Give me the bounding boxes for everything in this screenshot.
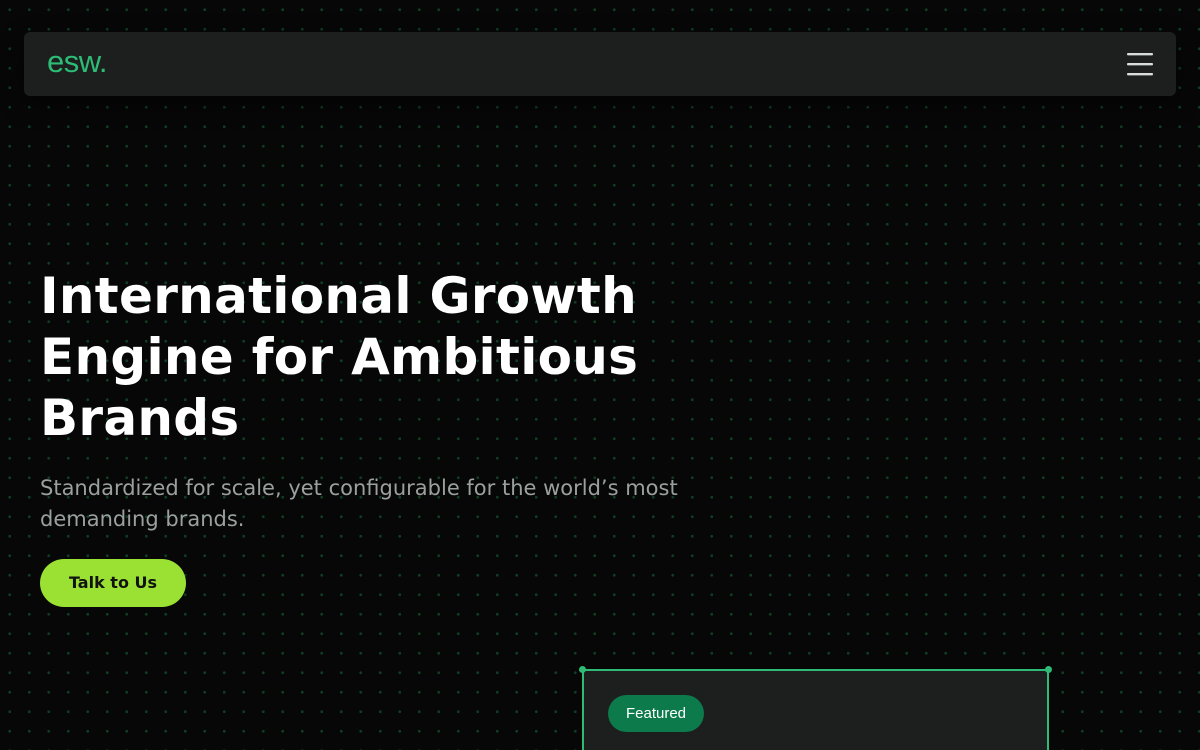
hero-title: International Growth Engine for Ambitiou… (40, 267, 639, 447)
landing-page: esw. International Growth Engine for Amb… (0, 0, 1200, 750)
card-corner-dot (1045, 666, 1052, 673)
menu-button[interactable] (1122, 48, 1158, 80)
card-corner-dot (579, 666, 586, 673)
top-navbar: esw. (24, 32, 1176, 96)
hamburger-menu-icon (1127, 53, 1153, 76)
hero-subtitle: Standardized for scale, yet configurable… (40, 476, 678, 531)
featured-card[interactable]: Featured (579, 666, 1052, 750)
talk-to-us-button[interactable]: Talk to Us (40, 559, 186, 607)
esw-logo[interactable]: esw. (47, 42, 108, 82)
featured-badge: Featured (608, 695, 704, 732)
